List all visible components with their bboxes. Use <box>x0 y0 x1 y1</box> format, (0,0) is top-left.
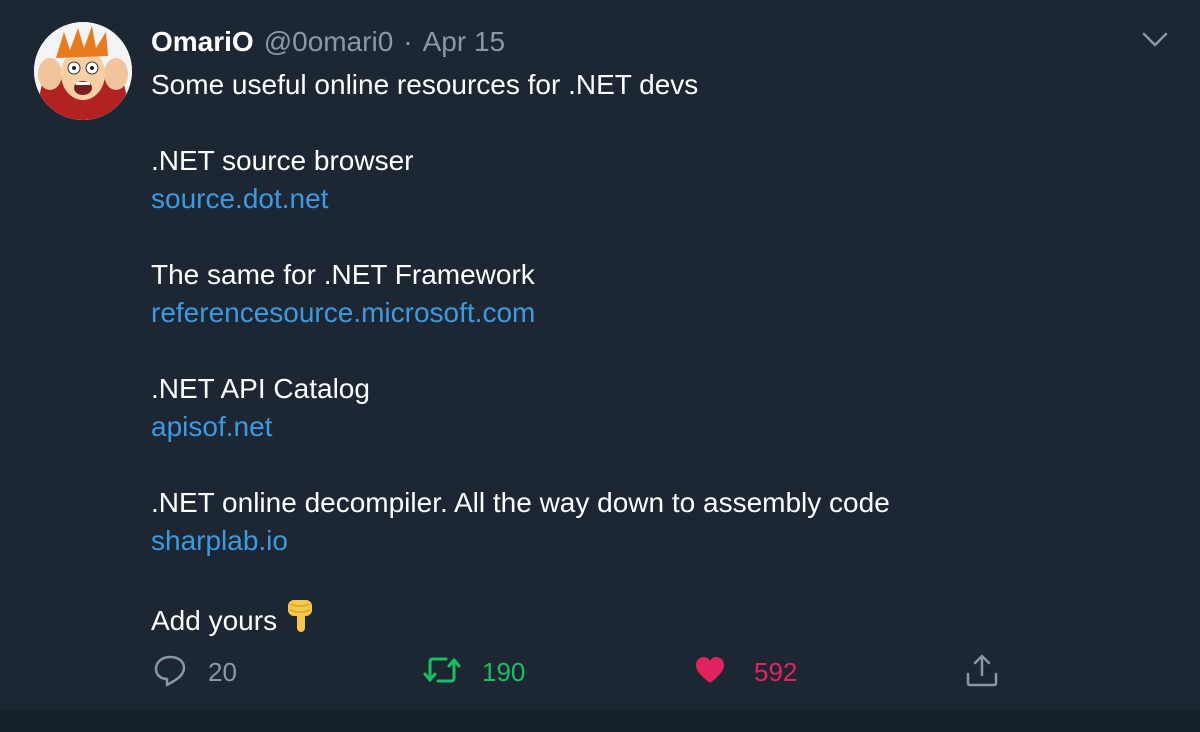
share-icon <box>964 652 1000 693</box>
display-name[interactable]: OmariO <box>151 26 254 58</box>
bottom-divider <box>0 710 1200 732</box>
resource-title: .NET online decompiler. All the way down… <box>151 487 890 518</box>
avatar[interactable] <box>34 22 132 120</box>
resource-link[interactable]: source.dot.net <box>151 183 328 214</box>
share-button[interactable] <box>964 652 1000 692</box>
like-count: 592 <box>754 656 798 687</box>
reply-count: 20 <box>208 656 237 687</box>
tweet-header: OmariO @0omari0 · Apr 15 <box>151 24 505 60</box>
outro-line: Add yours <box>151 605 278 636</box>
resource-title: The same for .NET Framework <box>151 259 535 290</box>
like-button[interactable]: 592 <box>694 652 797 692</box>
retweet-icon <box>422 652 462 693</box>
heart-icon <box>694 655 726 690</box>
resource-link[interactable]: apisof.net <box>151 411 272 442</box>
resource-title: .NET source browser <box>151 145 414 176</box>
retweet-button[interactable]: 190 <box>422 652 525 692</box>
pointing-down-emoji-icon <box>285 598 315 646</box>
tweet-date[interactable]: Apr 15 <box>423 26 506 58</box>
resource-title: .NET API Catalog <box>151 373 370 404</box>
reply-icon <box>152 652 188 693</box>
resource-link[interactable]: referencesource.microsoft.com <box>151 297 535 328</box>
tweet-text: Some useful online resources for .NET de… <box>151 66 1151 636</box>
retweet-count: 190 <box>482 656 526 687</box>
reply-button[interactable]: 20 <box>152 652 237 692</box>
user-handle[interactable]: @0omari0 <box>264 26 394 58</box>
chevron-down-icon[interactable] <box>1140 26 1170 52</box>
intro-line: Some useful online resources for .NET de… <box>151 69 699 100</box>
tweet-card[interactable]: OmariO @0omari0 · Apr 15 Some useful onl… <box>0 0 1200 710</box>
separator-dot: · <box>403 26 413 57</box>
tweet-actions: 20 190 592 <box>0 652 1200 692</box>
resource-link[interactable]: sharplab.io <box>151 525 288 556</box>
